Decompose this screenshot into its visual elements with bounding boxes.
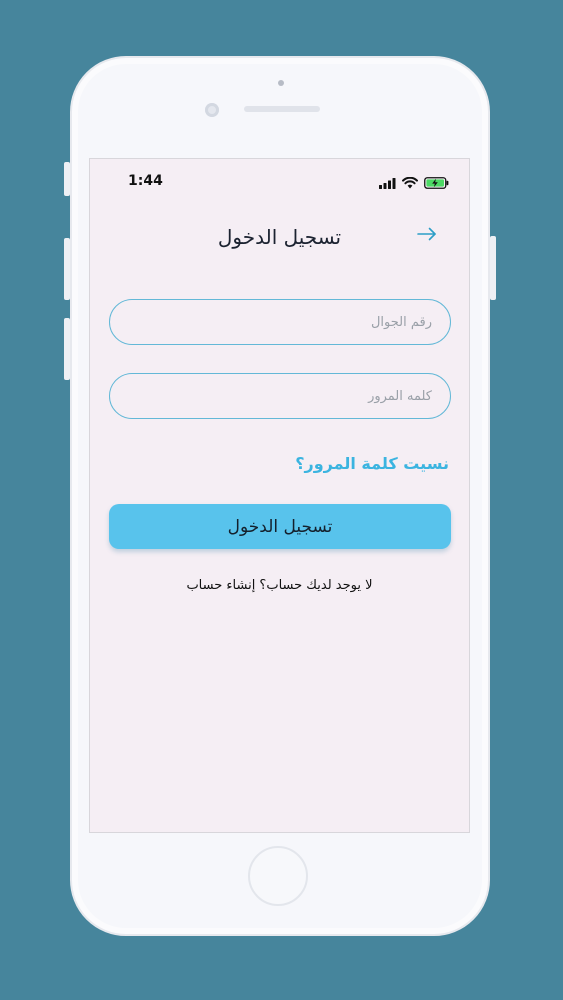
battery-charging-icon xyxy=(424,174,449,193)
status-icons xyxy=(379,174,449,193)
power-button xyxy=(490,236,496,300)
app-screen: 1:44 تسجيل الدخول رقم الجوال كلمه المرور… xyxy=(89,158,470,833)
arrow-right-icon[interactable] xyxy=(416,225,440,245)
page-title: تسجيل الدخول xyxy=(217,225,342,249)
phone-number-input[interactable]: رقم الجوال xyxy=(109,299,451,345)
wifi-icon xyxy=(402,174,418,193)
status-bar: 1:44 xyxy=(90,159,469,203)
phone-number-placeholder: رقم الجوال xyxy=(370,314,432,330)
home-button[interactable] xyxy=(248,846,308,906)
earpiece-speaker xyxy=(244,106,320,112)
signal-icon xyxy=(379,174,396,193)
login-button[interactable]: تسجيل الدخول xyxy=(109,504,451,549)
status-time: 1:44 xyxy=(128,173,163,189)
login-button-label: تسجيل الدخول xyxy=(227,516,333,537)
front-camera xyxy=(205,103,219,117)
create-account-link[interactable]: لا يوجد لديك حساب؟ إنشاء حساب xyxy=(90,578,469,593)
front-sensor xyxy=(278,80,284,86)
password-input[interactable]: كلمه المرور xyxy=(109,373,451,419)
password-placeholder: كلمه المرور xyxy=(368,388,432,404)
forgot-password-link[interactable]: نسيت كلمة المرور؟ xyxy=(295,454,449,473)
